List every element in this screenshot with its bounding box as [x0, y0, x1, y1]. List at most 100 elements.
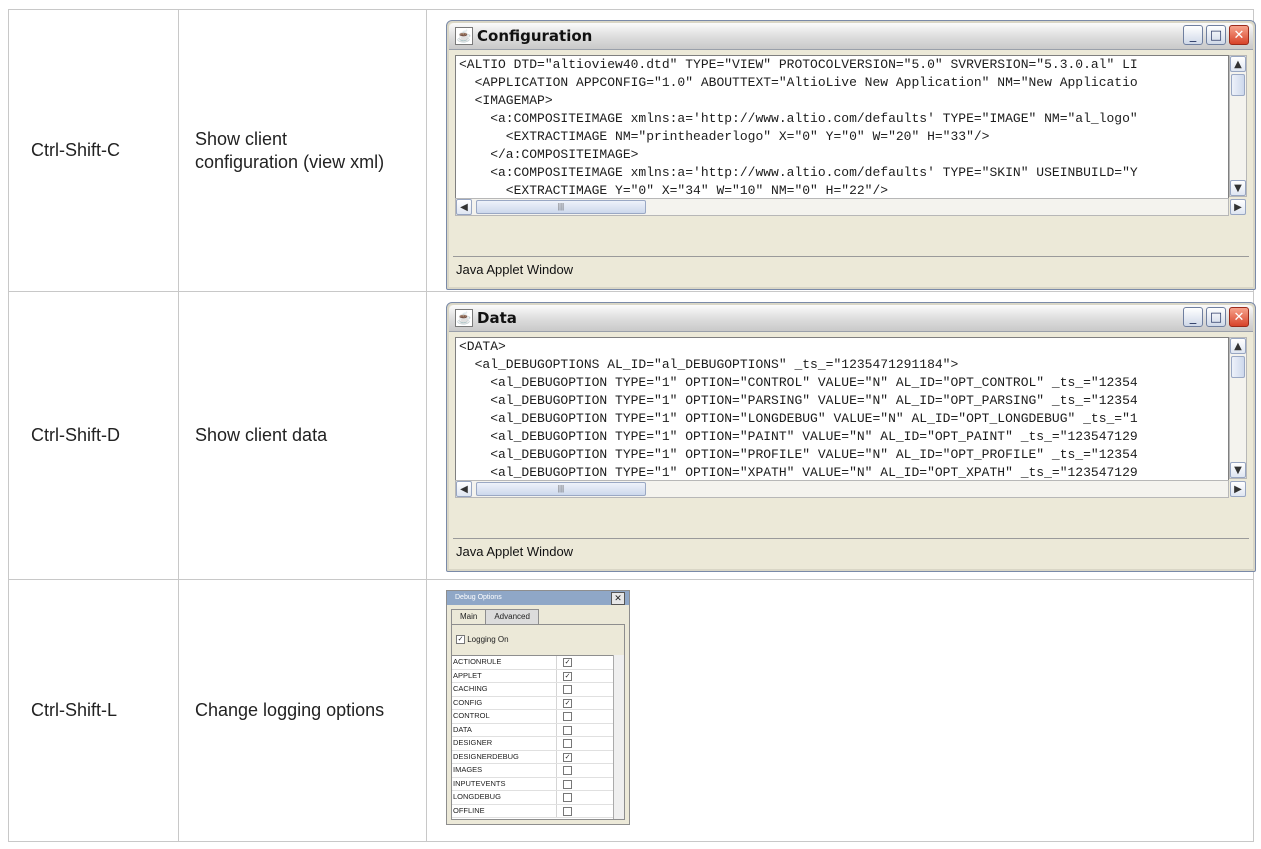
logging-options-list[interactable]: ACTIONRULE ✓ APPLET ✓ CACHING CONFIG ✓ CONTROL D… [452, 655, 614, 819]
description-text: Show client configuration (view xml) [195, 128, 385, 172]
option-name: DESIGNER [453, 738, 493, 747]
vertical-scrollbar[interactable]: ▲ ▼ [1229, 55, 1247, 197]
list-item[interactable]: LONGDEBUG [452, 791, 614, 805]
list-item[interactable]: APPLET ✓ [452, 669, 614, 683]
option-checkbox[interactable] [563, 793, 572, 802]
option-name: CONFIG [453, 697, 483, 707]
list-item[interactable]: INPUTEVENTS [452, 777, 614, 791]
minimize-button[interactable]: _ [1183, 307, 1203, 327]
xml-line: <DATA> [459, 339, 506, 354]
xml-line: <IMAGEMAP> [459, 93, 553, 108]
xml-line: <al_DEBUGOPTION TYPE="1" OPTION="CONTROL… [459, 375, 1138, 390]
maximize-button[interactable]: □ [1206, 307, 1226, 327]
option-name: LONGDEBUG [453, 792, 501, 801]
vertical-scrollbar[interactable]: ▲ ▼ [1229, 337, 1247, 479]
table-row: Ctrl-Shift-D Show client data ☕ Data _ □… [8, 291, 1256, 580]
tab-advanced[interactable]: Advanced [485, 609, 539, 624]
logging-on-checkbox[interactable]: ✓ Logging On [456, 635, 509, 645]
list-item[interactable]: DATA [452, 723, 614, 737]
option-checkbox[interactable]: ✓ [563, 658, 572, 667]
window-titlebar[interactable]: ☕ Data _ □ ✕ [449, 305, 1253, 332]
xml-line: <EXTRACTIMAGE Y="0" X="34" W="10" NM="0"… [459, 183, 889, 198]
xml-line: <APPLICATION APPCONFIG="1.0" ABOUTTEXT="… [459, 75, 1138, 90]
option-checkbox[interactable] [563, 779, 572, 789]
list-item[interactable]: CONTROL [452, 710, 614, 724]
scroll-thumb[interactable]: ||| [476, 482, 646, 496]
xml-line: <al_DEBUGOPTION TYPE="1" OPTION="XPATH" … [459, 465, 1138, 480]
column-divider [556, 777, 557, 790]
option-checkbox[interactable] [563, 739, 572, 748]
scroll-up-icon[interactable]: ▲ [1230, 56, 1246, 72]
scroll-up-icon[interactable]: ▲ [1230, 338, 1246, 354]
option-checkbox[interactable] [563, 806, 572, 816]
option-checkbox[interactable] [563, 712, 572, 721]
option-checkbox[interactable] [563, 725, 572, 735]
maximize-button[interactable]: □ [1206, 25, 1226, 45]
column-divider [556, 750, 557, 763]
column-divider [556, 723, 557, 736]
scroll-left-icon[interactable]: ◀ [456, 199, 472, 215]
checkbox-icon[interactable]: ✓ [456, 635, 465, 645]
dialog-tabs: Main Advanced [451, 609, 539, 625]
scroll-right-icon[interactable]: ▶ [1230, 481, 1246, 497]
dialog-titlebar[interactable]: Debug Options ✕ [447, 591, 629, 605]
java-icon: ☕ [455, 27, 473, 45]
close-icon[interactable]: ✕ [611, 592, 625, 605]
list-item[interactable]: IMAGES [452, 764, 614, 778]
screenshot-cell: Debug Options ✕ Main Advanced ✓ Logging O… [426, 579, 1254, 842]
option-name: ACTIONRULE [453, 657, 502, 666]
status-bar: Java Applet Window [453, 538, 1249, 565]
table-row: Ctrl-Shift-C Show client configuration (… [8, 9, 1256, 292]
screenshot-cell: ☕ Configuration _ □ ✕ <ALTIO DTD="altiov… [426, 9, 1256, 292]
xml-line: <al_DEBUGOPTION TYPE="1" OPTION="LONGDEB… [459, 411, 1138, 426]
scroll-right-icon[interactable]: ▶ [1230, 199, 1246, 215]
list-item[interactable]: CACHING [452, 683, 614, 697]
option-checkbox[interactable]: ✓ [563, 671, 572, 681]
xml-line: <a:COMPOSITEIMAGE xmlns:a='http://www.al… [459, 165, 1138, 180]
xml-line: <EXTRACTIMAGE NM="printheaderlogo" X="0"… [459, 129, 990, 144]
close-button[interactable]: ✕ [1229, 307, 1249, 327]
list-item[interactable]: DESIGNERDEBUG ✓ [452, 750, 614, 764]
list-item[interactable]: DESIGNER [452, 737, 614, 751]
scroll-left-icon[interactable]: ◀ [456, 481, 472, 497]
xml-line: </a:COMPOSITEIMAGE> [459, 147, 639, 162]
description-text: Show client data [195, 425, 328, 445]
list-item[interactable]: CONFIG ✓ [452, 696, 614, 710]
scroll-down-icon[interactable]: ▼ [1230, 462, 1246, 478]
option-checkbox[interactable]: ✓ [563, 698, 572, 708]
column-divider [556, 804, 557, 817]
xml-line: <ALTIO DTD="altioview40.dtd" TYPE="VIEW"… [459, 57, 1138, 72]
option-name: APPLET [453, 670, 482, 680]
scroll-down-icon[interactable]: ▼ [1230, 180, 1246, 196]
java-icon: ☕ [455, 309, 473, 327]
option-name: DATA [453, 724, 472, 734]
list-item[interactable]: ACTIONRULE ✓ [452, 656, 614, 670]
column-divider [556, 656, 557, 669]
tab-main[interactable]: Main [451, 609, 487, 624]
xml-text-area[interactable]: <DATA> <al_DEBUGOPTIONS AL_ID="al_DEBUGO… [455, 337, 1229, 481]
scroll-thumb[interactable] [1231, 356, 1245, 378]
close-button[interactable]: ✕ [1229, 25, 1249, 45]
horizontal-scrollbar[interactable]: ◀ ||| ▶ [455, 480, 1246, 498]
status-bar: Java Applet Window [453, 256, 1249, 283]
window-title: Configuration [477, 27, 593, 45]
list-item[interactable]: OFFLINE [452, 804, 614, 818]
scroll-thumb[interactable]: ||| [476, 200, 646, 214]
minimize-button[interactable]: _ [1183, 25, 1203, 45]
vertical-scrollbar[interactable] [613, 655, 624, 819]
horizontal-scrollbar[interactable]: ◀ ||| ▶ [455, 198, 1246, 216]
xml-text-area[interactable]: <ALTIO DTD="altioview40.dtd" TYPE="VIEW"… [455, 55, 1229, 199]
column-divider [556, 696, 557, 709]
xml-line: <al_DEBUGOPTIONS AL_ID="al_DEBUGOPTIONS"… [459, 357, 959, 372]
window-titlebar[interactable]: ☕ Configuration _ □ ✕ [449, 23, 1253, 50]
option-checkbox[interactable] [563, 766, 572, 775]
window-title: Data [477, 309, 517, 327]
shortcut-description: Show client configuration (view xml) [178, 9, 427, 292]
xml-line: <al_DEBUGOPTION TYPE="1" OPTION="PAINT" … [459, 429, 1138, 444]
option-checkbox[interactable] [563, 685, 572, 694]
xml-line: <a:COMPOSITEIMAGE xmlns:a='http://www.al… [459, 111, 1138, 126]
option-checkbox[interactable]: ✓ [563, 752, 572, 762]
option-name: DESIGNERDEBUG [453, 751, 519, 761]
scroll-thumb[interactable] [1231, 74, 1245, 96]
option-name: IMAGES [453, 765, 483, 774]
